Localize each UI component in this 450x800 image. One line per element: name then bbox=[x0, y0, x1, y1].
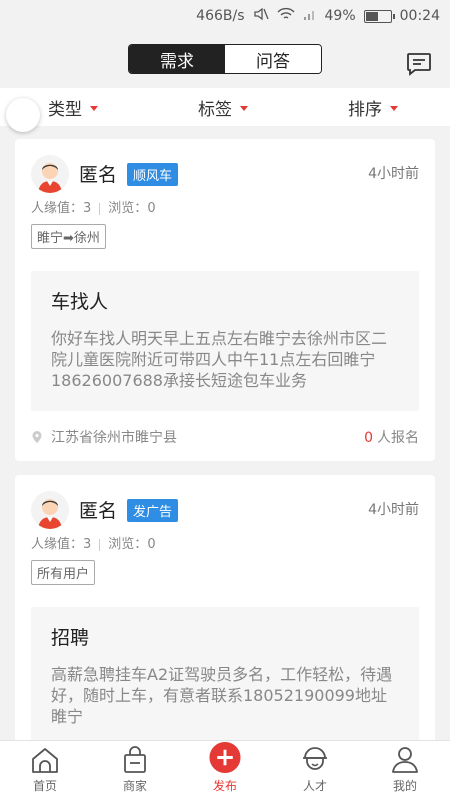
nav-home[interactable]: 首页 bbox=[0, 741, 90, 800]
battery-percent: 49% bbox=[324, 8, 356, 24]
message-icon[interactable] bbox=[406, 52, 432, 76]
clock: 00:24 bbox=[399, 8, 440, 24]
tab-qa[interactable]: 问答 bbox=[225, 45, 321, 73]
avatar[interactable] bbox=[31, 155, 69, 193]
author-name: 匿名 bbox=[79, 164, 118, 186]
nav-label: 我的 bbox=[392, 779, 417, 793]
nav-talent[interactable]: 人才 bbox=[270, 741, 360, 800]
nav-label: 人才 bbox=[302, 779, 327, 793]
caret-down-icon bbox=[390, 105, 398, 111]
post-time: 4小时前 bbox=[368, 502, 419, 518]
location-text: 江苏省徐州市睢宁县 bbox=[51, 430, 177, 446]
post-body: 你好车找人明天早上五点左右睢宁去徐州市区二院儿童医院附近可带四人中午11点左右回… bbox=[51, 329, 388, 390]
author-name: 匿名 bbox=[79, 500, 118, 522]
home-icon bbox=[32, 748, 58, 773]
tab-needs[interactable]: 需求 bbox=[129, 45, 225, 73]
filter-sort[interactable]: 排序 bbox=[348, 88, 398, 126]
filter-bar: 类型 标签 排序 bbox=[0, 88, 450, 126]
post-stats: 人缘值：3 浏览：0 bbox=[31, 197, 419, 216]
user-icon bbox=[392, 747, 418, 773]
category-badge: 发广告 bbox=[127, 499, 179, 522]
plus-circle-icon bbox=[209, 741, 241, 774]
post-content[interactable]: 招聘 高薪急聘挂车A2证驾驶员多名，工作轻松，待遇好，随时上车，有意者联系180… bbox=[31, 607, 419, 740]
filter-label: 标签 bbox=[198, 99, 232, 120]
status-bar: 466B/s 49% 00:24 bbox=[0, 0, 450, 32]
filter-type[interactable]: 类型 bbox=[48, 88, 98, 126]
caret-down-icon bbox=[90, 105, 98, 111]
nav-mine[interactable]: 我的 bbox=[360, 741, 450, 800]
route-tag: 睢宁➡徐州 bbox=[31, 224, 106, 249]
post-time: 4小时前 bbox=[368, 166, 419, 182]
wifi-icon bbox=[277, 7, 295, 25]
signup-label: 人报名 bbox=[377, 430, 419, 446]
views-value: 0 bbox=[147, 537, 156, 552]
avatar[interactable] bbox=[31, 491, 69, 529]
category-badge: 顺风车 bbox=[127, 163, 179, 186]
post-content[interactable]: 车找人 你好车找人明天早上五点左右睢宁去徐州市区二院儿童医院附近可带四人中午11… bbox=[31, 271, 419, 411]
filter-tag[interactable]: 标签 bbox=[198, 88, 248, 126]
post-stats: 人缘值：3 浏览：0 bbox=[31, 533, 419, 552]
audience-tag: 所有用户 bbox=[31, 560, 96, 585]
post-title: 车找人 bbox=[51, 291, 109, 313]
post-body: 高薪急聘挂车A2证驾驶员多名，工作轻松，待遇好，随时上车，有意者联系180521… bbox=[51, 665, 393, 726]
network-speed: 466B/s bbox=[196, 8, 245, 24]
nav-label: 发布 bbox=[212, 779, 237, 793]
popularity-label: 人缘值： bbox=[31, 537, 84, 552]
caret-down-icon bbox=[240, 105, 248, 111]
shopping-bag-icon bbox=[124, 746, 146, 773]
post-title: 招聘 bbox=[51, 627, 90, 649]
mute-icon bbox=[253, 7, 269, 25]
post-location: 江苏省徐州市睢宁县 bbox=[31, 427, 177, 447]
signup-count: 0 人报名 bbox=[364, 427, 419, 447]
nav-label: 首页 bbox=[32, 779, 57, 793]
bottom-nav: 首页 商家 发布 人才 我的 bbox=[0, 740, 450, 800]
post-card[interactable]: 匿名 顺风车 4小时前 人缘值：3 浏览：0 睢宁➡徐州 车找人 你好车找人明天早… bbox=[15, 139, 435, 461]
views-value: 0 bbox=[147, 201, 156, 216]
popularity-label: 人缘值： bbox=[31, 201, 84, 216]
signup-number: 0 bbox=[364, 430, 373, 446]
worker-helmet-icon bbox=[303, 747, 327, 770]
post-card[interactable]: 匿名 发广告 4小时前 人缘值：3 浏览：0 所有用户 招聘 高薪急聘挂车A2证驾… bbox=[15, 475, 435, 740]
nav-publish[interactable]: 发布 bbox=[180, 741, 270, 800]
post-feed[interactable]: 匿名 顺风车 4小时前 人缘值：3 浏览：0 睢宁➡徐州 车找人 你好车找人明天早… bbox=[0, 126, 450, 740]
header: 需求 问答 bbox=[0, 32, 450, 88]
views-label: 浏览： bbox=[108, 201, 148, 216]
location-pin-icon bbox=[32, 431, 42, 443]
battery-icon bbox=[363, 9, 395, 23]
views-label: 浏览： bbox=[108, 537, 148, 552]
popularity-value: 3 bbox=[83, 201, 92, 216]
filter-label: 排序 bbox=[348, 99, 382, 120]
signal-icon bbox=[303, 7, 317, 25]
filter-label: 类型 bbox=[48, 99, 82, 120]
nav-label: 商家 bbox=[122, 779, 147, 793]
nav-merchant[interactable]: 商家 bbox=[90, 741, 180, 800]
floating-circle-button[interactable] bbox=[6, 98, 40, 132]
popularity-value: 3 bbox=[83, 537, 92, 552]
segment-control: 需求 问答 bbox=[128, 44, 322, 74]
